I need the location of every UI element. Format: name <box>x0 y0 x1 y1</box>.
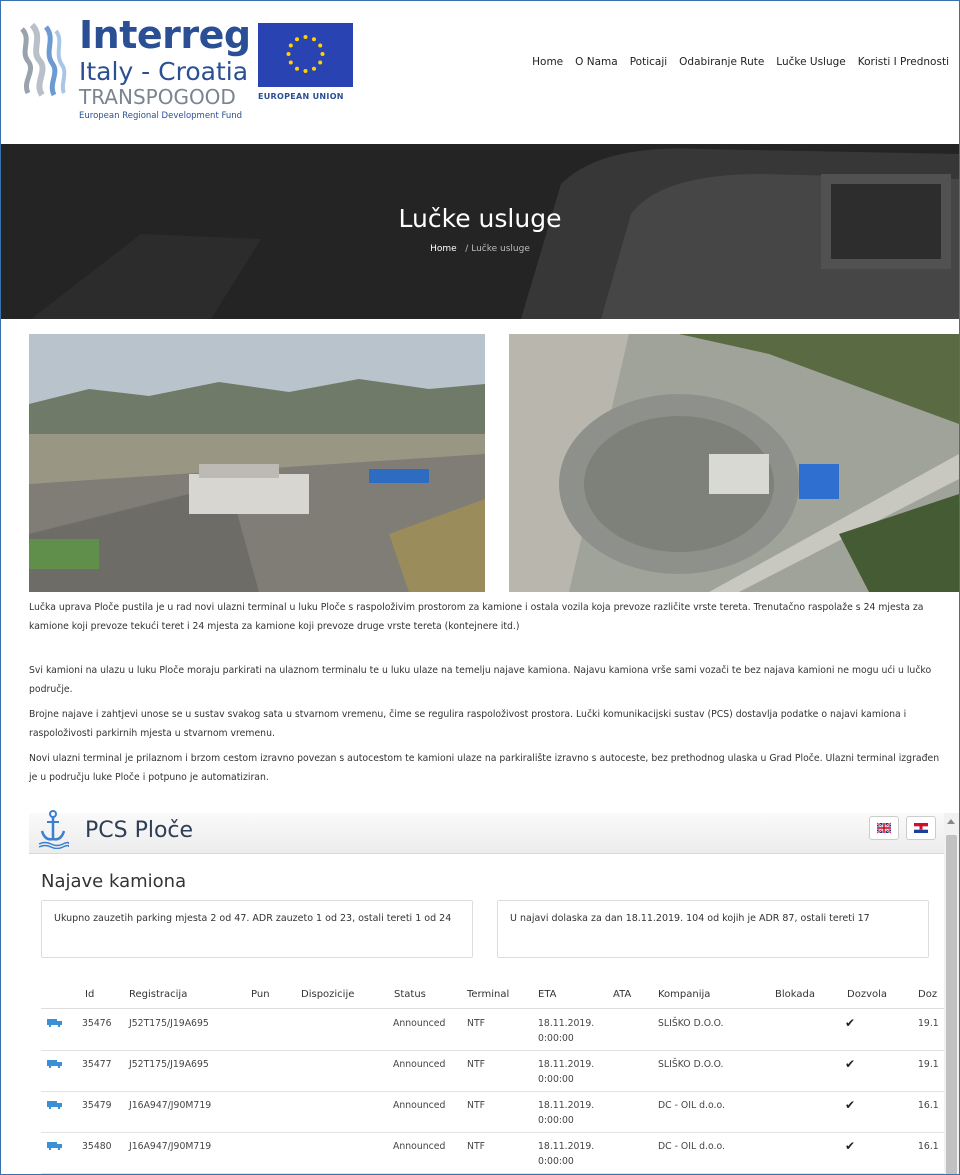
cell-terminal: NTF <box>467 1141 485 1152</box>
cell-id: 35477 <box>82 1059 112 1070</box>
cell-doz: 19.1 <box>918 1059 939 1070</box>
interreg-waves-icon <box>20 22 67 97</box>
col-ata[interactable]: ATA <box>613 989 631 1000</box>
language-en-button[interactable] <box>869 816 899 840</box>
cell-eta-time: 0:00:00 <box>538 1156 574 1167</box>
table-row[interactable]: 35476 J52T175/J19A695 Announced NTF 18.1… <box>41 1010 944 1051</box>
cell-registracija: J52T175/J19A695 <box>129 1018 209 1029</box>
intro-paragraph-1: Lučka uprava Ploče pustila je u rad novi… <box>29 602 924 632</box>
croatia-flag-icon <box>914 823 928 833</box>
breadcrumb-separator: / <box>465 244 469 254</box>
col-id[interactable]: Id <box>85 989 94 1000</box>
language-hr-button[interactable] <box>906 816 936 840</box>
cell-eta-date: 18.11.2019. <box>538 1018 595 1029</box>
logo-country-text: Italy - Croatia <box>79 57 249 86</box>
eu-flag-icon <box>258 23 353 87</box>
pcs-title: PCS Ploče <box>85 818 194 843</box>
table-header-divider <box>41 1008 944 1009</box>
anchor-icon <box>38 810 69 849</box>
table-row[interactable]: 35480 J16A947/J90M719 Announced NTF 18.1… <box>41 1133 944 1174</box>
cell-eta-time: 0:00:00 <box>538 1074 574 1085</box>
col-kompanija[interactable]: Kompanija <box>658 989 710 1000</box>
parking-occupancy-box: Ukupno zauzetih parking mjesta 2 od 47. … <box>41 900 473 958</box>
cell-status: Announced <box>393 1018 446 1029</box>
section-title: Najave kamiona <box>41 871 187 892</box>
col-doz[interactable]: Doz <box>918 989 937 1000</box>
page-frame: Interreg Italy - Croatia TRANSPOGOOD Eur… <box>0 0 960 1175</box>
cell-registracija: J16A947/J90M719 <box>129 1141 212 1152</box>
cell-eta-date: 18.11.2019. <box>538 1100 595 1111</box>
cell-status: Announced <box>393 1100 446 1111</box>
col-pun[interactable]: Pun <box>251 989 270 1000</box>
scrollbar[interactable] <box>944 813 959 1174</box>
truck-icon[interactable] <box>47 1018 63 1027</box>
cell-kompanija: SLIŠKO D.O.O. <box>658 1059 724 1070</box>
cell-registracija: J16A947/J90M719 <box>129 1100 212 1111</box>
terminal-photo-aerial-top <box>509 334 959 592</box>
table-row[interactable]: 35479 J16A947/J90M719 Announced NTF 18.1… <box>41 1092 944 1133</box>
check-icon: ✔ <box>845 1016 856 1030</box>
cell-status: Announced <box>393 1141 446 1152</box>
main-nav: Home O Nama Poticaji Odabiranje Rute Luč… <box>532 56 949 68</box>
scroll-up-icon[interactable] <box>947 819 955 824</box>
cell-terminal: NTF <box>467 1100 485 1111</box>
nav-poticaji[interactable]: Poticaji <box>630 56 667 68</box>
site-header: Interreg Italy - Croatia TRANSPOGOOD Eur… <box>1 1 959 144</box>
cell-registracija: J52T175/J19A695 <box>129 1059 209 1070</box>
cell-id: 35479 <box>82 1100 112 1111</box>
truck-icon[interactable] <box>47 1141 63 1150</box>
cell-terminal: NTF <box>467 1059 485 1070</box>
terminal-photo-aerial-side <box>29 334 485 592</box>
logo-fund-text: European Regional Development Fund <box>79 111 243 121</box>
col-registracija[interactable]: Registracija <box>129 989 187 1000</box>
cell-status: Announced <box>393 1059 446 1070</box>
col-eta[interactable]: ETA <box>538 989 557 1000</box>
scrollbar-thumb[interactable] <box>946 835 957 1174</box>
cell-kompanija: DC - OIL d.o.o. <box>658 1141 725 1152</box>
logo-project-text: TRANSPOGOOD <box>79 85 236 109</box>
cell-eta-date: 18.11.2019. <box>538 1141 595 1152</box>
cell-doz: 19.1 <box>918 1018 939 1029</box>
cell-eta-date: 18.11.2019. <box>538 1059 595 1070</box>
cell-eta-time: 0:00:00 <box>538 1033 574 1044</box>
cell-eta-time: 0:00:00 <box>538 1115 574 1126</box>
breadcrumb-home[interactable]: Home <box>430 244 457 254</box>
col-blokada[interactable]: Blokada <box>775 989 815 1000</box>
nav-odabiranje-rute[interactable]: Odabiranje Rute <box>679 56 764 68</box>
intro-paragraph-3: Brojne najave i zahtjevi unose se u sust… <box>29 709 907 739</box>
cell-terminal: NTF <box>467 1018 485 1029</box>
col-dispozicije[interactable]: Dispozicije <box>301 989 354 1000</box>
cell-doz: 16.1 <box>918 1141 939 1152</box>
check-icon: ✔ <box>845 1139 856 1153</box>
cell-kompanija: SLIŠKO D.O.O. <box>658 1018 724 1029</box>
col-dozvola[interactable]: Dozvola <box>847 989 887 1000</box>
logo-interreg-text: Interreg <box>79 13 251 57</box>
truck-icon[interactable] <box>47 1100 63 1109</box>
intro-paragraph-2: Svi kamioni na ulazu u luku Ploče moraju… <box>29 665 932 695</box>
page-title: Lučke usluge <box>398 204 562 233</box>
check-icon: ✔ <box>845 1098 856 1112</box>
nav-lucke-usluge[interactable]: Lučke Usluge <box>776 56 845 68</box>
col-status[interactable]: Status <box>394 989 426 1000</box>
col-terminal[interactable]: Terminal <box>467 989 509 1000</box>
nav-o-nama[interactable]: O Nama <box>575 56 618 68</box>
table-row[interactable]: 35477 J52T175/J19A695 Announced NTF 18.1… <box>41 1051 944 1092</box>
uk-flag-icon <box>876 822 892 834</box>
intro-paragraph-4: Novi ulazni terminal je prilaznom i brzo… <box>29 753 940 783</box>
nav-home[interactable]: Home <box>532 56 563 68</box>
nav-koristi-prednosti[interactable]: Koristi I Prednosti <box>858 56 949 68</box>
eu-label: EUROPEAN UNION <box>258 92 344 101</box>
hero-banner: Lučke usluge Home / Lučke usluge <box>1 144 959 319</box>
cell-doz: 16.1 <box>918 1100 939 1111</box>
check-icon: ✔ <box>845 1057 856 1071</box>
cell-kompanija: DC - OIL d.o.o. <box>658 1100 725 1111</box>
truck-icon[interactable] <box>47 1059 63 1068</box>
arrivals-announced-box: U najavi dolaska za dan 18.11.2019. 104 … <box>497 900 929 958</box>
breadcrumb-current: Lučke usluge <box>471 244 530 254</box>
breadcrumb: Home / Lučke usluge <box>1 244 959 254</box>
cell-id: 35476 <box>82 1018 112 1029</box>
cell-id: 35480 <box>82 1141 112 1152</box>
